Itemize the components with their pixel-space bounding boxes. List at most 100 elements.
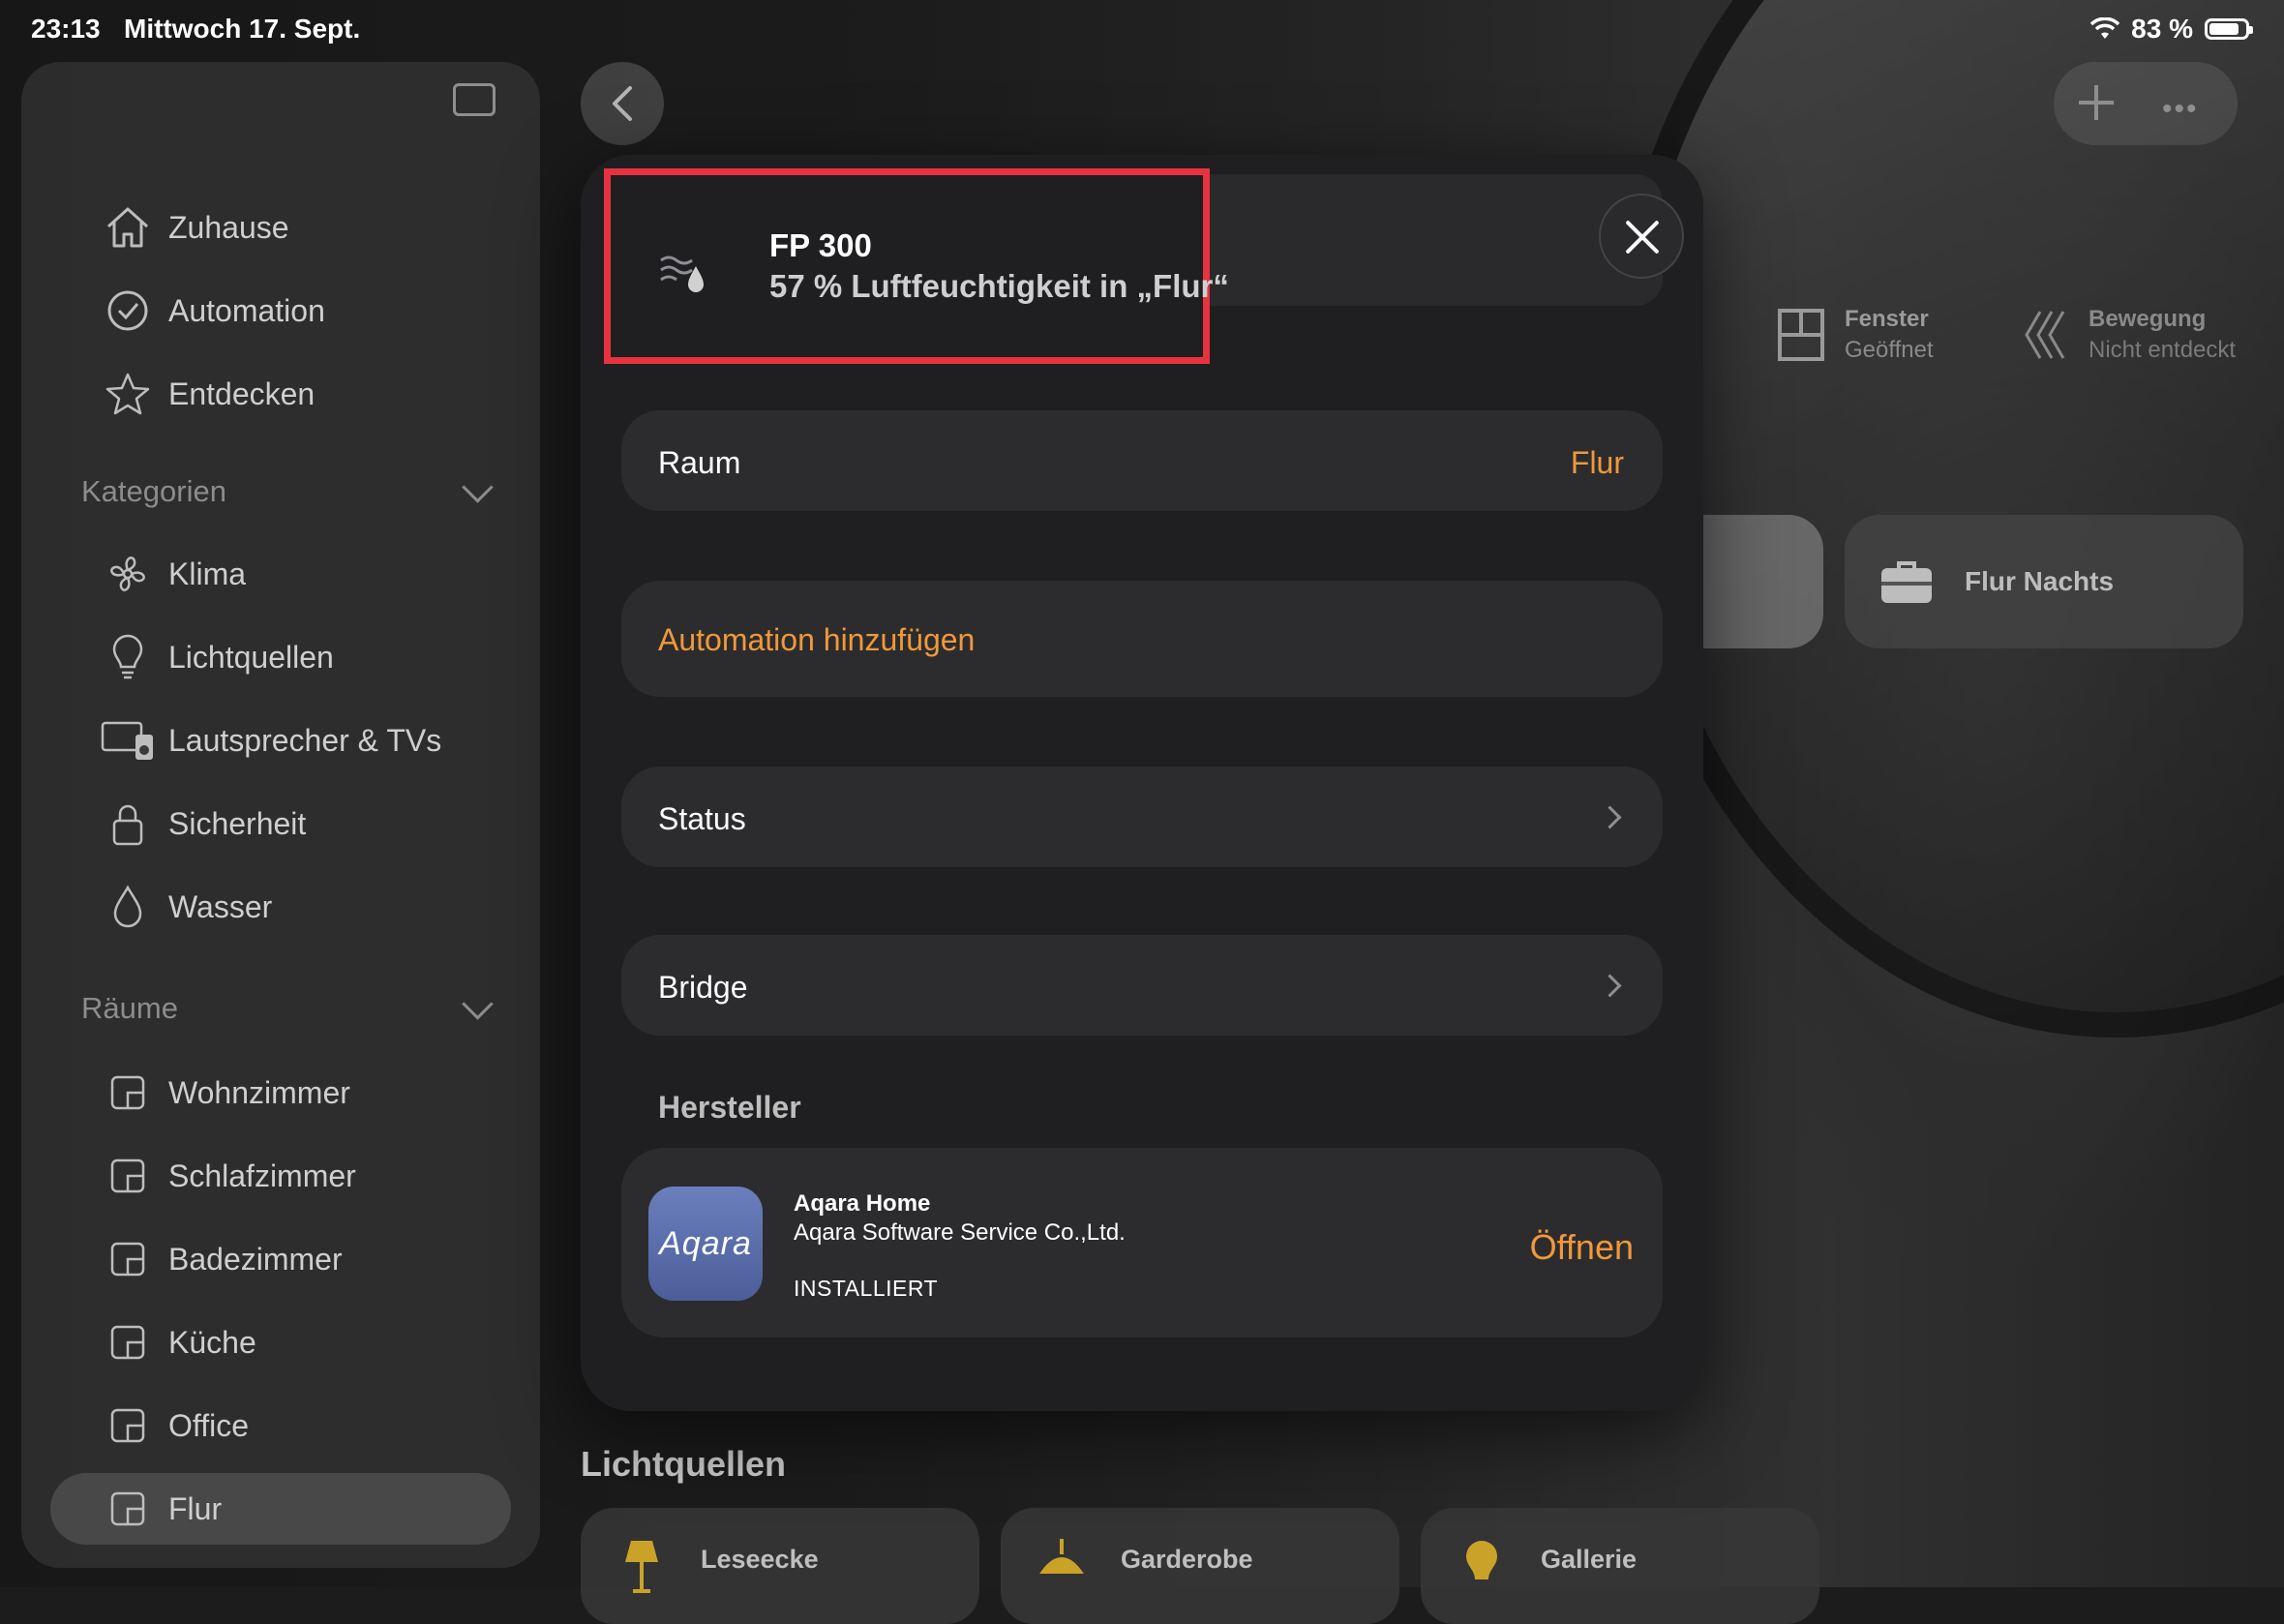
aqara-logo-text: Aqara bbox=[659, 1224, 752, 1262]
light-tile-label: Garderobe bbox=[1121, 1545, 1253, 1574]
room-row[interactable]: Raum Flur bbox=[621, 410, 1663, 511]
sidebar-item-entdecken[interactable]: Entdecken bbox=[50, 358, 515, 430]
room-icon bbox=[101, 1398, 155, 1453]
scene-tile-partial[interactable] bbox=[1703, 515, 1823, 648]
status-label: Status bbox=[658, 801, 746, 836]
top-actions: ••• bbox=[2054, 62, 2238, 145]
sidebar-item-wasser[interactable]: Wasser bbox=[50, 871, 515, 943]
light-tile-garderobe[interactable]: Garderobe bbox=[1001, 1508, 1399, 1624]
room-icon bbox=[101, 1232, 155, 1286]
status-tile-fenster[interactable]: Fenster Geöffnet bbox=[1777, 306, 1934, 364]
lightbulb-icon bbox=[101, 630, 155, 684]
sidebar-toggle-icon[interactable] bbox=[453, 83, 496, 116]
sidebar-item-label: Automation bbox=[168, 292, 325, 328]
sidebar-item-label: Wasser bbox=[168, 888, 273, 924]
room-label: Raum bbox=[658, 445, 741, 480]
sidebar-item-office[interactable]: Office bbox=[50, 1390, 515, 1461]
house-icon bbox=[101, 200, 155, 255]
scene-tile-flur-nachts[interactable]: Flur Nachts bbox=[1845, 515, 2243, 648]
sidebar-item-label: Sicherheit bbox=[168, 805, 307, 841]
floor-lamp-icon bbox=[625, 1541, 658, 1593]
add-automation-label: Automation hinzufügen bbox=[658, 622, 976, 657]
chevron-down-icon[interactable] bbox=[462, 988, 494, 1020]
speaker-tv-icon bbox=[101, 713, 155, 767]
device-status: 57 % Luftfeuchtigkeit in „Flur“ bbox=[769, 268, 1229, 304]
back-button[interactable] bbox=[581, 62, 664, 145]
manufacturer-header: Hersteller bbox=[658, 1090, 801, 1125]
device-header-highlight: FP 300 57 % Luftfeuchtigkeit in „Flur“ bbox=[604, 168, 1229, 364]
status-tile-bewegung[interactable]: Bewegung Nicht entdeckt bbox=[2021, 306, 2236, 364]
battery-icon bbox=[2205, 18, 2253, 40]
sidebar-item-label: Schlafzimmer bbox=[168, 1158, 356, 1193]
sidebar-item-kueche[interactable]: Küche bbox=[50, 1307, 515, 1378]
status-tile-title: Bewegung bbox=[2089, 306, 2207, 332]
sidebar-item-label: Flur bbox=[168, 1490, 223, 1526]
bulb-icon bbox=[1466, 1541, 1497, 1579]
clock-check-icon bbox=[101, 284, 155, 338]
sidebar-item-klima[interactable]: Klima bbox=[50, 538, 515, 610]
chevron-right-icon bbox=[1598, 974, 1622, 998]
room-icon bbox=[101, 1066, 155, 1120]
app-name: Aqara Home bbox=[794, 1190, 931, 1217]
room-icon bbox=[101, 1149, 155, 1203]
lights-section-header: Lichtquellen bbox=[581, 1444, 787, 1484]
status-bar: 23:13 Mittwoch 17. Sept. 83 % bbox=[0, 0, 2284, 62]
sidebar-item-schlafzimmer[interactable]: Schlafzimmer bbox=[50, 1140, 515, 1212]
sidebar-item-lautsprecher[interactable]: Lautsprecher & TVs bbox=[50, 705, 515, 776]
accessory-detail-sheet: FP 300 57 % Luftfeuchtigkeit in „Flur“ R… bbox=[581, 155, 1703, 1411]
status-row[interactable]: Status bbox=[621, 767, 1663, 867]
close-button[interactable] bbox=[1599, 194, 1684, 279]
bridge-row[interactable]: Bridge bbox=[621, 935, 1663, 1036]
bridge-label: Bridge bbox=[658, 970, 748, 1005]
motion-icon bbox=[2025, 311, 2065, 359]
add-automation-row[interactable]: Automation hinzufügen bbox=[621, 581, 1663, 697]
open-app-button[interactable]: Öffnen bbox=[1530, 1227, 1634, 1268]
sidebar-item-zuhause[interactable]: Zuhause bbox=[50, 192, 515, 263]
sidebar-item-sicherheit[interactable]: Sicherheit bbox=[50, 788, 515, 859]
room-value[interactable]: Flur bbox=[1571, 445, 1624, 481]
app-developer: Aqara Software Service Co.,Ltd. bbox=[794, 1219, 1126, 1246]
room-icon bbox=[101, 1482, 155, 1536]
light-tile-leseecke[interactable]: Leseecke bbox=[581, 1508, 979, 1624]
light-tile-label: Leseecke bbox=[701, 1545, 819, 1574]
chevron-down-icon[interactable] bbox=[462, 471, 494, 503]
more-icon[interactable]: ••• bbox=[2162, 93, 2199, 126]
sidebar-item-automation[interactable]: Automation bbox=[50, 275, 515, 346]
sidebar-item-label: Entdecken bbox=[168, 376, 316, 411]
status-date: Mittwoch 17. Sept. bbox=[124, 14, 361, 44]
status-tile-value: Geöffnet bbox=[1845, 337, 1934, 363]
ceiling-lamp-icon bbox=[1039, 1539, 1084, 1574]
sidebar: Zuhause Automation Entdecken Kategorien … bbox=[21, 62, 540, 1568]
sidebar-item-label: Zuhause bbox=[168, 209, 289, 245]
light-tile-label: Gallerie bbox=[1541, 1545, 1638, 1574]
sidebar-item-label: Office bbox=[168, 1407, 249, 1443]
sidebar-item-label: Badezimmer bbox=[168, 1241, 343, 1277]
drop-icon bbox=[101, 880, 155, 934]
fan-icon bbox=[101, 547, 155, 601]
app-install-state: INSTALLIERT bbox=[794, 1276, 939, 1301]
aqara-app-icon[interactable]: Aqara bbox=[648, 1187, 763, 1301]
humidity-icon bbox=[660, 256, 704, 292]
chevron-left-icon bbox=[613, 86, 632, 121]
sidebar-item-label: Wohnzimmer bbox=[168, 1074, 350, 1110]
status-right: 83 % bbox=[2090, 14, 2253, 45]
sidebar-item-label: Küche bbox=[168, 1324, 256, 1360]
sidebar-item-lichtquellen[interactable]: Lichtquellen bbox=[50, 621, 515, 693]
window-icon bbox=[1778, 309, 1824, 361]
sidebar-item-flur[interactable]: Flur bbox=[50, 1473, 511, 1545]
sidebar-item-badezimmer[interactable]: Badezimmer bbox=[50, 1223, 515, 1295]
room-icon bbox=[101, 1315, 155, 1369]
status-tile-value: Nicht entdeckt bbox=[2089, 337, 2237, 363]
light-tile-gallerie[interactable]: Gallerie bbox=[1421, 1508, 1819, 1624]
rooms-header: Räume bbox=[81, 991, 178, 1025]
chevron-right-icon bbox=[1598, 805, 1622, 829]
status-tile-title: Fenster bbox=[1845, 306, 1929, 332]
lock-icon bbox=[101, 797, 155, 851]
battery-percent: 83 % bbox=[2131, 14, 2193, 44]
add-icon[interactable] bbox=[2077, 83, 2116, 122]
categories-header: Kategorien bbox=[81, 474, 226, 508]
sidebar-item-label: Lichtquellen bbox=[168, 639, 334, 675]
sidebar-item-wohnzimmer[interactable]: Wohnzimmer bbox=[50, 1057, 515, 1128]
manufacturer-app-row: Aqara Aqara Home Aqara Software Service … bbox=[621, 1148, 1663, 1338]
sidebar-item-label: Lautsprecher & TVs bbox=[168, 722, 442, 758]
